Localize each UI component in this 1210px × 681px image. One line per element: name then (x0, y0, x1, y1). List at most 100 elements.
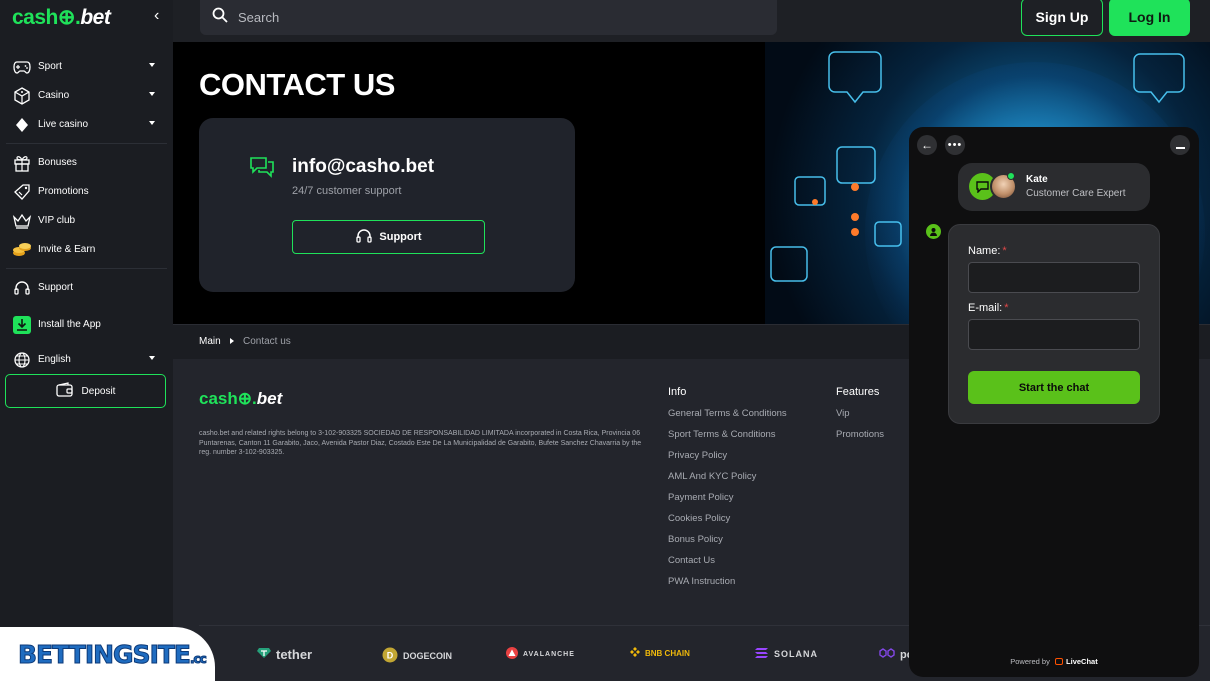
solana-logo: SOLANA (755, 647, 818, 661)
crown-icon (12, 211, 32, 231)
footer-link[interactable]: General Terms & Conditions (668, 408, 787, 429)
more-options-icon[interactable]: ••• (945, 135, 965, 155)
name-field[interactable] (968, 262, 1140, 293)
dogecoin-icon: D (382, 647, 398, 665)
legal-text: casho.bet and related rights belong to 3… (199, 430, 642, 456)
sidebar-item-language[interactable]: English (0, 345, 173, 374)
breadcrumb-main[interactable]: Main (199, 336, 221, 347)
minimize-icon[interactable] (1170, 135, 1190, 155)
page-title: CONTACT US (199, 67, 395, 102)
tether-logo: tether (257, 647, 312, 662)
footer-logo[interactable]: cash⊕.bet (199, 389, 282, 409)
solana-icon (755, 647, 769, 661)
dogecoin-logo: D DOGECOIN (382, 647, 452, 665)
sidebar-item-label: Install the App (38, 319, 101, 330)
headset-icon (12, 278, 32, 298)
search-input[interactable] (238, 10, 638, 25)
logo-plus-icon: ⊕ (237, 389, 252, 408)
coin-label: tether (276, 647, 313, 662)
app-root: cash⊕.bet ‹ Sport Casino Live casino Bon… (0, 0, 1210, 681)
name-label: Name: * (968, 245, 1007, 257)
bnb-chain-logo: BNB CHAIN (630, 647, 690, 659)
sidebar-item-sport[interactable]: Sport (0, 52, 173, 81)
deposit-label: Deposit (81, 385, 116, 397)
agent-name: Kate (1026, 174, 1048, 185)
support-email[interactable]: info@casho.bet (292, 156, 434, 178)
sidebar-item-label: English (38, 354, 71, 365)
diamond-icon (12, 115, 32, 135)
footer-link[interactable]: Bonus Policy (668, 534, 787, 555)
support-subtitle: 24/7 customer support (292, 185, 402, 197)
chevron-right-icon (230, 338, 234, 344)
agent-role: Customer Care Expert (1026, 188, 1126, 199)
support-button-label: Support (379, 231, 422, 243)
avalanche-logo: AVALANCHE (506, 647, 575, 661)
start-chat-button[interactable]: Start the chat (968, 371, 1140, 404)
sidebar-item-vip-club[interactable]: VIP club (0, 206, 173, 235)
livechat-widget: ← ••• Kate Customer Care Expert Name: * E… (909, 127, 1199, 677)
download-icon (12, 315, 32, 335)
sidebar-item-label: Support (38, 282, 74, 293)
logo-part2: bet (80, 6, 111, 29)
footer-link[interactable]: Promotions (836, 429, 884, 450)
sidebar-item-invite-earn[interactable]: Invite & Earn (0, 235, 173, 264)
bnb-icon (630, 647, 640, 659)
footer-link[interactable]: Sport Terms & Conditions (668, 429, 787, 450)
collapse-sidebar-icon[interactable]: ‹ (154, 7, 159, 25)
email-field[interactable] (968, 319, 1140, 350)
logo-part1: cash (199, 389, 238, 408)
sidebar-item-bonuses[interactable]: Bonuses (0, 148, 173, 177)
sidebar-divider (6, 268, 167, 269)
sidebar-item-support[interactable]: Support (0, 273, 173, 302)
svg-text:D: D (387, 651, 394, 661)
gift-icon (12, 153, 32, 173)
livechat-icon (1054, 658, 1063, 665)
footer-features-title: Features (836, 386, 880, 398)
chevron-down-icon (149, 63, 155, 67)
tag-icon (12, 182, 32, 202)
coin-label: DOGECOIN (403, 651, 453, 661)
footer-link[interactable]: Contact Us (668, 555, 787, 576)
footer-link[interactable]: Privacy Policy (668, 450, 787, 471)
powered-by[interactable]: Powered by LiveChat (909, 657, 1199, 666)
sidebar-item-label: Promotions (38, 186, 89, 197)
required-mark: * (1004, 302, 1009, 314)
agent-card: Kate Customer Care Expert (958, 163, 1150, 211)
logo-part1: cash (12, 6, 58, 29)
search-icon (212, 7, 228, 28)
polygon-icon (879, 647, 895, 662)
chevron-down-icon (149, 92, 155, 96)
tether-icon (257, 647, 271, 662)
footer-info-title: Info (668, 386, 687, 398)
sidebar-item-label: Casino (38, 90, 70, 101)
footer-link[interactable]: Payment Policy (668, 492, 787, 513)
sidebar-item-live-casino[interactable]: Live casino (0, 110, 173, 139)
bettingsite-logo: BETTINGSITE.cc (18, 639, 208, 669)
coin-label: AVALANCHE (523, 650, 575, 658)
footer-link[interactable]: AML And KYC Policy (668, 471, 787, 492)
brand-logo[interactable]: cash⊕.bet (12, 5, 111, 30)
powered-brand: LiveChat (1066, 657, 1098, 666)
footer-link[interactable]: PWA Instruction (668, 576, 787, 597)
sidebar-item-install-app[interactable]: Install the App (0, 310, 173, 339)
email-label: E-mail: * (968, 302, 1009, 314)
sign-up-button[interactable]: Sign Up (1021, 0, 1103, 36)
search-bar[interactable] (200, 0, 777, 35)
coin-label: BNB CHAIN (645, 648, 690, 658)
sidebar-item-label: Live casino (38, 119, 89, 130)
badge-text: BETTINGSITE (18, 639, 192, 669)
sidebar-item-casino[interactable]: Casino (0, 81, 173, 110)
log-in-button[interactable]: Log In (1109, 0, 1190, 36)
sidebar-item-label: Bonuses (38, 157, 77, 168)
coin-label: SOLANA (774, 649, 818, 659)
sidebar-item-promotions[interactable]: Promotions (0, 177, 173, 206)
footer-link[interactable]: Vip (836, 408, 884, 429)
support-button[interactable]: Support (292, 220, 485, 254)
footer-link[interactable]: Cookies Policy (668, 513, 787, 534)
logo-part2: bet (256, 389, 283, 408)
deposit-button[interactable]: Deposit (5, 374, 166, 408)
back-arrow-icon[interactable]: ← (917, 135, 937, 155)
sidebar-item-label: VIP club (38, 215, 76, 226)
headset-icon (355, 228, 373, 247)
prechat-form: Name: * E-mail: * Start the chat (948, 224, 1160, 424)
